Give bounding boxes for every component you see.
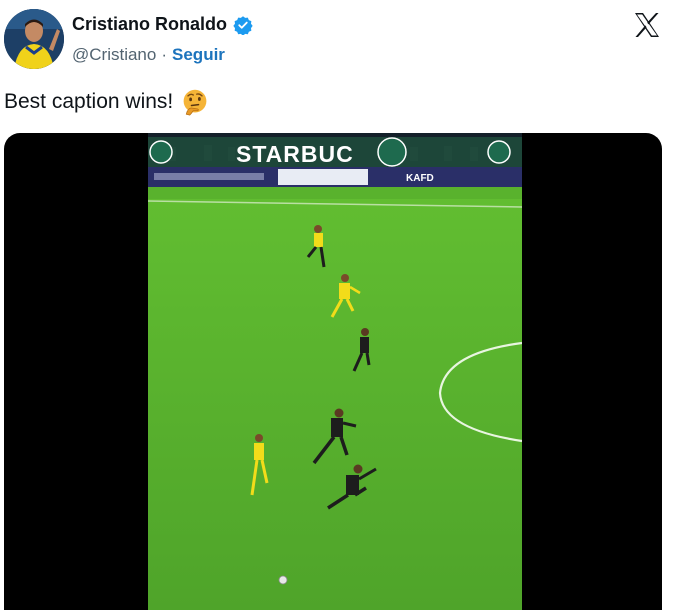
verified-badge-icon (233, 15, 253, 35)
tweet-text: Best caption wins! (4, 90, 174, 113)
author-avatar[interactable] (4, 9, 64, 69)
video-frame[interactable]: STARBUC KAFD (148, 133, 522, 610)
author-handle-row: @Cristiano · Seguir (72, 45, 225, 65)
football-pitch (148, 187, 522, 610)
thinking-face-emoji (183, 89, 207, 116)
author-name-row: Cristiano Ronaldo (72, 14, 253, 35)
author-name[interactable]: Cristiano Ronaldo (72, 14, 227, 35)
author-handle[interactable]: @Cristiano (72, 45, 156, 65)
starbucks-board-text: STARBUC (236, 141, 354, 167)
handle-separator: · (161, 45, 168, 64)
kafd-board-text: KAFD (406, 173, 434, 184)
video-media[interactable]: STARBUC KAFD (4, 133, 662, 610)
soccer-ball (278, 575, 288, 585)
avatar-image (4, 9, 64, 69)
tweet-text-row: Best caption wins! (4, 88, 209, 116)
x-logo-icon[interactable] (632, 10, 662, 40)
follow-button[interactable]: Seguir (172, 45, 225, 65)
